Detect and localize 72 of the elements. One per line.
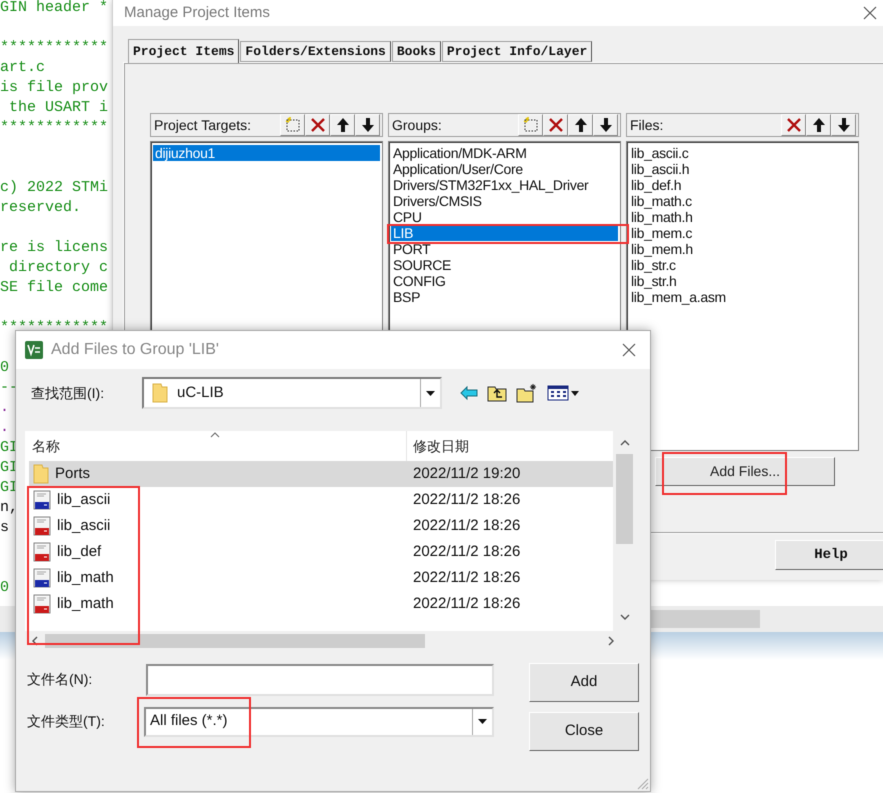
list-item[interactable]: Drivers/STM32F1xx_HAL_Driver xyxy=(391,177,618,193)
list-item[interactable]: lib_ascii.h xyxy=(629,161,856,177)
file-name: lib_ascii xyxy=(57,516,110,536)
code-line: ************ xyxy=(0,119,108,136)
code-line: art.c xyxy=(0,59,46,76)
list-item[interactable]: Drivers/CMSIS xyxy=(391,193,618,209)
code-line: GIN header * xyxy=(0,0,108,16)
list-item[interactable]: lib_def.h xyxy=(629,177,856,193)
code-line: . xyxy=(0,399,10,416)
list-item[interactable]: dijiuzhou1 xyxy=(153,145,380,161)
code-line: c) 2022 STMi xyxy=(0,179,108,196)
code-line: s xyxy=(0,519,10,536)
list-item[interactable]: CONFIG xyxy=(391,273,618,289)
add-files-button[interactable]: Add Files... xyxy=(655,457,835,486)
list-item[interactable]: lib_str.h xyxy=(629,273,856,289)
dropdown-value: All files (*.*) xyxy=(150,711,229,732)
list-item[interactable]: lib_mem.h xyxy=(629,241,856,257)
list-item[interactable]: Application/User/Core xyxy=(391,161,618,177)
code-line: is file prov xyxy=(0,79,108,96)
dialog-button[interactable]: Close xyxy=(529,712,639,751)
list-item[interactable]: lib_str.c xyxy=(629,257,856,273)
file-date: 2022/11/2 18:26 xyxy=(412,542,520,562)
code-line: n, xyxy=(0,499,18,516)
file-name: lib_math xyxy=(57,568,114,588)
file-name-label: 文件名(N): xyxy=(27,670,94,689)
dialog-button[interactable]: Add xyxy=(529,663,639,702)
file-date: 2022/11/2 19:20 xyxy=(412,464,520,484)
tab[interactable]: Project Items xyxy=(128,39,240,63)
code-line: directory c xyxy=(8,259,108,276)
pane-label: Project Targets: xyxy=(154,116,252,135)
column-header[interactable]: 修改日期 xyxy=(407,431,613,461)
file-date: 2022/11/2 18:26 xyxy=(412,490,520,510)
list-item[interactable]: lib_math.h xyxy=(629,209,856,225)
look-in-label: 查找范围(I): xyxy=(31,384,106,403)
dropdown-value: uC-LIB xyxy=(177,382,225,403)
code-line: . xyxy=(0,419,10,436)
file-date: 2022/11/2 18:26 xyxy=(412,516,520,536)
window-title: Add Files to Group 'LIB' xyxy=(51,340,220,360)
list-item[interactable]: lib_ascii.c xyxy=(629,145,856,161)
file-name: lib_def xyxy=(57,542,102,562)
list-item[interactable]: PORT xyxy=(391,241,618,257)
file-name: lib_math xyxy=(57,594,114,614)
code-line: 0 xyxy=(0,579,10,596)
list-item[interactable]: lib_math.c xyxy=(629,193,856,209)
file-date: 2022/11/2 18:26 xyxy=(412,568,520,588)
file-date: 2022/11/2 18:26 xyxy=(412,594,520,614)
code-line: SE file come xyxy=(0,279,108,296)
file-name: lib_ascii xyxy=(57,490,110,510)
file-name: Ports xyxy=(55,464,90,484)
pane-label: Groups: xyxy=(392,116,443,135)
list-item[interactable]: BSP xyxy=(391,289,618,305)
code-line: the USART i xyxy=(8,99,108,116)
help-button[interactable]: Help xyxy=(775,540,883,570)
file-type-label: 文件类型(T): xyxy=(27,712,106,731)
window-title: Manage Project Items xyxy=(124,2,270,23)
code-line: reserved. xyxy=(0,199,82,216)
folder-dropdown[interactable]: uC-LIB xyxy=(142,377,442,409)
tab[interactable]: Project Info/Layer xyxy=(442,41,592,62)
list-item[interactable]: CPU xyxy=(391,209,618,225)
file-type-dropdown[interactable]: All files (*.*) xyxy=(144,706,494,736)
pane-label: Files: xyxy=(630,116,664,134)
list-item[interactable]: lib_mem_a.asm xyxy=(629,289,856,305)
code-line: re is licens xyxy=(0,239,108,256)
list-item[interactable]: Application/MDK-ARM xyxy=(391,145,618,161)
code-line: 0 xyxy=(0,359,10,376)
tab[interactable]: Books xyxy=(392,41,441,62)
list-item[interactable]: lib_mem.c xyxy=(629,225,856,241)
tab[interactable]: Folders/Extensions xyxy=(240,41,391,62)
list-item[interactable]: LIB xyxy=(391,225,618,241)
code-line: ************ xyxy=(0,319,108,336)
list-item[interactable]: SOURCE xyxy=(391,257,618,273)
code-line: ************ xyxy=(0,39,108,56)
